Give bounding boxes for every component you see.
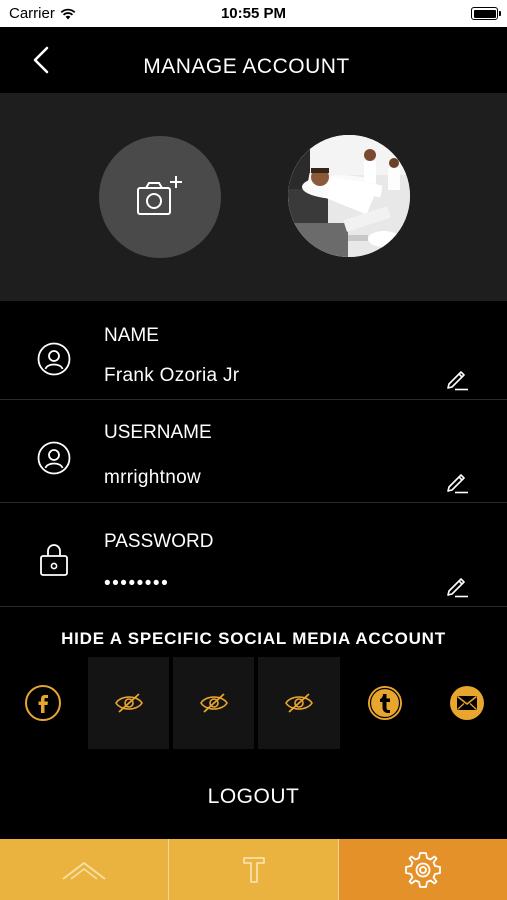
name-label: NAME: [104, 325, 159, 346]
camera-plus-icon: [137, 176, 182, 215]
gear-icon: [405, 851, 441, 888]
status-bar: Carrier 10:55 PM: [0, 0, 507, 27]
name-field: NAME Frank Ozoria Jr: [0, 301, 507, 400]
tab-home[interactable]: [0, 839, 169, 900]
home-icon: [62, 861, 106, 880]
eye-slash-icon: [114, 693, 143, 713]
tab-settings[interactable]: [339, 839, 507, 900]
edit-password-button[interactable]: [444, 572, 470, 598]
password-field: PASSWORD ••••••••: [0, 503, 507, 607]
pencil-icon: [447, 474, 468, 494]
password-value: ••••••••: [104, 573, 170, 594]
username-value: mrrightnow: [104, 467, 201, 488]
tumblr-icon: [367, 686, 402, 720]
battery-icon: [471, 7, 501, 20]
social-heading: HIDE A SPECIFIC SOCIAL MEDIA ACCOUNT: [61, 629, 446, 648]
facebook-icon: [24, 685, 61, 721]
hidden-account-toggle[interactable]: [88, 657, 169, 749]
pencil-icon: [447, 371, 468, 391]
tab-t[interactable]: [169, 839, 339, 900]
tab-bar: [0, 839, 507, 900]
user-icon: [36, 341, 72, 377]
facebook-toggle[interactable]: [0, 657, 85, 749]
name-value: Frank Ozoria Jr: [104, 365, 240, 386]
nav-header: MANAGE ACCOUNT: [0, 27, 507, 93]
username-label: USERNAME: [104, 422, 212, 443]
email-toggle[interactable]: [427, 657, 507, 749]
hidden-account-toggle[interactable]: [258, 657, 340, 749]
edit-username-button[interactable]: [444, 468, 470, 494]
social-accounts-row: [0, 657, 507, 749]
password-label: PASSWORD: [104, 531, 214, 552]
t-icon: [242, 856, 265, 883]
photo-panel: [0, 93, 507, 301]
eye-slash-icon: [199, 693, 228, 713]
edit-name-button[interactable]: [444, 365, 470, 391]
page-title: MANAGE ACCOUNT: [143, 55, 350, 78]
logout-button[interactable]: LOGOUT: [0, 785, 507, 809]
user-icon: [36, 440, 72, 476]
avatar[interactable]: [288, 135, 410, 257]
tumblr-toggle[interactable]: [342, 657, 427, 749]
hidden-account-toggle[interactable]: [173, 657, 254, 749]
username-field: USERNAME mrrightnow: [0, 400, 507, 503]
add-photo-button[interactable]: [99, 136, 221, 258]
pencil-icon: [447, 578, 468, 598]
profile-photo: [288, 135, 410, 257]
clock: 10:55 PM: [220, 5, 287, 22]
mail-icon: [450, 686, 484, 720]
eye-slash-icon: [285, 693, 313, 713]
lock-icon: [36, 541, 72, 577]
